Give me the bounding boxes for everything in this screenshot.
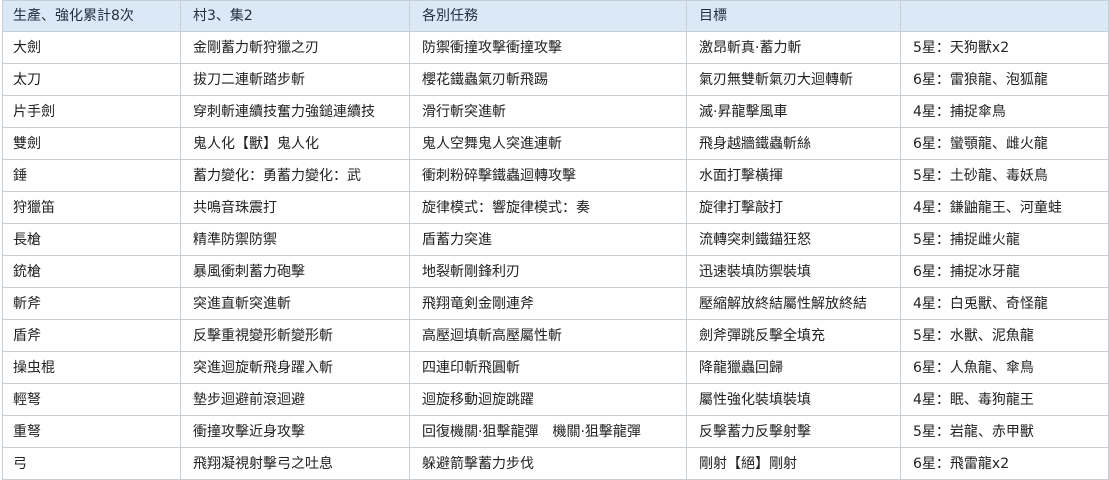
header-village-quest: 村3、集2: [180, 0, 410, 32]
table-row: 弓 飛翔凝視射擊弓之吐息 躲避箭擊蓄力步伐 剛射【絕】剛射 6星：飛雷龍x2: [2, 447, 1109, 480]
target-cell: 流轉突刺鐵錨狂怒: [686, 223, 901, 256]
target-cell: 壓縮解放終結屬性解放終結: [686, 287, 901, 320]
individual-task-cell: 飛翔竜剣金剛連斧: [409, 287, 687, 320]
weapon-cell: 太刀: [2, 63, 181, 96]
table-row: 輕弩 墊步迴避前滾迴避 迴旋移動迴旋跳躍 屬性強化裝填裝填 4星：眠、毒狗龍王: [2, 383, 1109, 416]
target-cell: 降龍獵蟲回歸: [686, 351, 901, 384]
village-quest-cell: 暴風衝刺蓄力砲擊: [180, 255, 410, 288]
individual-task-cell: 四連印斬飛圓斬: [409, 351, 687, 384]
weapon-cell: 雙劍: [2, 127, 181, 160]
individual-task-cell: 防禦衝撞攻擊衝撞攻擊: [409, 31, 687, 64]
weapon-cell: 盾斧: [2, 319, 181, 352]
weapon-cell: 斬斧: [2, 287, 181, 320]
monster-cell: 4星：鎌鼬龍王、河童蛙: [900, 191, 1109, 224]
individual-task-cell: 櫻花鐵蟲氣刃斬飛踢: [409, 63, 687, 96]
table-row: 長槍 精準防禦防禦 盾蓄力突進 流轉突刺鐵錨狂怒 5星：捕捉雌火龍: [2, 223, 1109, 256]
weapon-cell: 重弩: [2, 415, 181, 448]
village-quest-cell: 突進直斬突進斬: [180, 287, 410, 320]
table-row: 錘 蓄力變化：勇蓄力變化：武 衝刺粉碎擊鐵蟲迴轉攻擊 水面打擊橫揮 5星：土砂龍…: [2, 159, 1109, 192]
monster-cell: 6星：人魚龍、傘鳥: [900, 351, 1109, 384]
individual-task-cell: 回復機關·狙擊龍彈 機關·狙擊龍彈: [409, 415, 687, 448]
target-cell: 迅速裝填防禦裝填: [686, 255, 901, 288]
header-weapon-craft: 生產、強化累計8次: [2, 0, 181, 32]
monster-cell: 6星：飛雷龍x2: [900, 447, 1109, 480]
weapon-cell: 長槍: [2, 223, 181, 256]
table-row: 操虫棍 突進迴旋斬飛身躍入斬 四連印斬飛圓斬 降龍獵蟲回歸 6星：人魚龍、傘鳥: [2, 351, 1109, 384]
monster-cell: 5星：水獸、泥魚龍: [900, 319, 1109, 352]
table-row: 片手劍 穿刺斬連續技奮力強鎚連續技 滑行斬突進斬 滅·昇龍擊風車 4星：捕捉傘鳥: [2, 95, 1109, 128]
weapon-cell: 弓: [2, 447, 181, 480]
individual-task-cell: 躲避箭擊蓄力步伐: [409, 447, 687, 480]
table-row: 大劍 金剛蓄力斬狩獵之刃 防禦衝撞攻擊衝撞攻擊 激昂斬真·蓄力斬 5星：天狗獸x…: [2, 31, 1109, 64]
individual-task-cell: 盾蓄力突進: [409, 223, 687, 256]
monster-cell: 6星：雷狼龍、泡狐龍: [900, 63, 1109, 96]
village-quest-cell: 穿刺斬連續技奮力強鎚連續技: [180, 95, 410, 128]
header-individual-task: 各別任務: [409, 0, 687, 32]
village-quest-cell: 飛翔凝視射擊弓之吐息: [180, 447, 410, 480]
individual-task-cell: 滑行斬突進斬: [409, 95, 687, 128]
village-quest-cell: 精準防禦防禦: [180, 223, 410, 256]
target-cell: 劍斧彈跳反擊全填充: [686, 319, 901, 352]
target-cell: 旋律打擊敲打: [686, 191, 901, 224]
weapon-cell: 操虫棍: [2, 351, 181, 384]
monster-cell: 6星：捕捉冰牙龍: [900, 255, 1109, 288]
monster-cell: 4星：眠、毒狗龍王: [900, 383, 1109, 416]
weapon-cell: 錘: [2, 159, 181, 192]
table-header-row: 生產、強化累計8次 村3、集2 各別任務 目標: [2, 0, 1109, 32]
village-quest-cell: 突進迴旋斬飛身躍入斬: [180, 351, 410, 384]
monster-cell: 5星：岩龍、赤甲獸: [900, 415, 1109, 448]
header-monster: [900, 0, 1109, 32]
weapon-cell: 大劍: [2, 31, 181, 64]
header-target: 目標: [686, 0, 901, 32]
target-cell: 飛身越牆鐵蟲斬絲: [686, 127, 901, 160]
individual-task-cell: 旋律模式：響旋律模式：奏: [409, 191, 687, 224]
monster-cell: 4星：白兎獸、奇怪龍: [900, 287, 1109, 320]
individual-task-cell: 高壓迴填斬高壓屬性斬: [409, 319, 687, 352]
target-cell: 滅·昇龍擊風車: [686, 95, 901, 128]
village-quest-cell: 蓄力變化：勇蓄力變化：武: [180, 159, 410, 192]
individual-task-cell: 迴旋移動迴旋跳躍: [409, 383, 687, 416]
village-quest-cell: 拔刀二連斬踏步斬: [180, 63, 410, 96]
table-row: 盾斧 反擊重視變形斬變形斬 高壓迴填斬高壓屬性斬 劍斧彈跳反擊全填充 5星：水獸…: [2, 319, 1109, 352]
monster-cell: 6星：蠻顎龍、雌火龍: [900, 127, 1109, 160]
target-cell: 反擊蓄力反擊射擊: [686, 415, 901, 448]
weapon-cell: 片手劍: [2, 95, 181, 128]
weapon-cell: 輕弩: [2, 383, 181, 416]
monster-cell: 5星：土砂龍、毒妖鳥: [900, 159, 1109, 192]
individual-task-cell: 地裂斬剛鋒利刃: [409, 255, 687, 288]
target-cell: 氣刃無雙斬氣刃大迴轉斬: [686, 63, 901, 96]
table-row: 斬斧 突進直斬突進斬 飛翔竜剣金剛連斧 壓縮解放終結屬性解放終結 4星：白兎獸、…: [2, 287, 1109, 320]
individual-task-cell: 衝刺粉碎擊鐵蟲迴轉攻擊: [409, 159, 687, 192]
monster-cell: 5星：天狗獸x2: [900, 31, 1109, 64]
monster-cell: 4星：捕捉傘鳥: [900, 95, 1109, 128]
table-row: 狩獵笛 共鳴音珠震打 旋律模式：響旋律模式：奏 旋律打擊敲打 4星：鎌鼬龍王、河…: [2, 191, 1109, 224]
village-quest-cell: 衝撞攻擊近身攻擊: [180, 415, 410, 448]
table-row: 重弩 衝撞攻擊近身攻擊 回復機關·狙擊龍彈 機關·狙擊龍彈 反擊蓄力反擊射擊 5…: [2, 415, 1109, 448]
target-cell: 剛射【絕】剛射: [686, 447, 901, 480]
village-quest-cell: 反擊重視變形斬變形斬: [180, 319, 410, 352]
target-cell: 激昂斬真·蓄力斬: [686, 31, 901, 64]
weapon-cell: 狩獵笛: [2, 191, 181, 224]
monster-cell: 5星：捕捉雌火龍: [900, 223, 1109, 256]
individual-task-cell: 鬼人空舞鬼人突進連斬: [409, 127, 687, 160]
table-row: 雙劍 鬼人化【獸】鬼人化 鬼人空舞鬼人突進連斬 飛身越牆鐵蟲斬絲 6星：蠻顎龍、…: [2, 127, 1109, 160]
weapon-cell: 銃槍: [2, 255, 181, 288]
village-quest-cell: 金剛蓄力斬狩獵之刃: [180, 31, 410, 64]
village-quest-cell: 墊步迴避前滾迴避: [180, 383, 410, 416]
target-cell: 水面打擊橫揮: [686, 159, 901, 192]
village-quest-cell: 共鳴音珠震打: [180, 191, 410, 224]
village-quest-cell: 鬼人化【獸】鬼人化: [180, 127, 410, 160]
weapon-task-table: 生產、強化累計8次 村3、集2 各別任務 目標 大劍 金剛蓄力斬狩獵之刃 防禦衝…: [2, 0, 1109, 480]
table-row: 太刀 拔刀二連斬踏步斬 櫻花鐵蟲氣刃斬飛踢 氣刃無雙斬氣刃大迴轉斬 6星：雷狼龍…: [2, 63, 1109, 96]
target-cell: 屬性強化裝填裝填: [686, 383, 901, 416]
table-row: 銃槍 暴風衝刺蓄力砲擊 地裂斬剛鋒利刃 迅速裝填防禦裝填 6星：捕捉冰牙龍: [2, 255, 1109, 288]
